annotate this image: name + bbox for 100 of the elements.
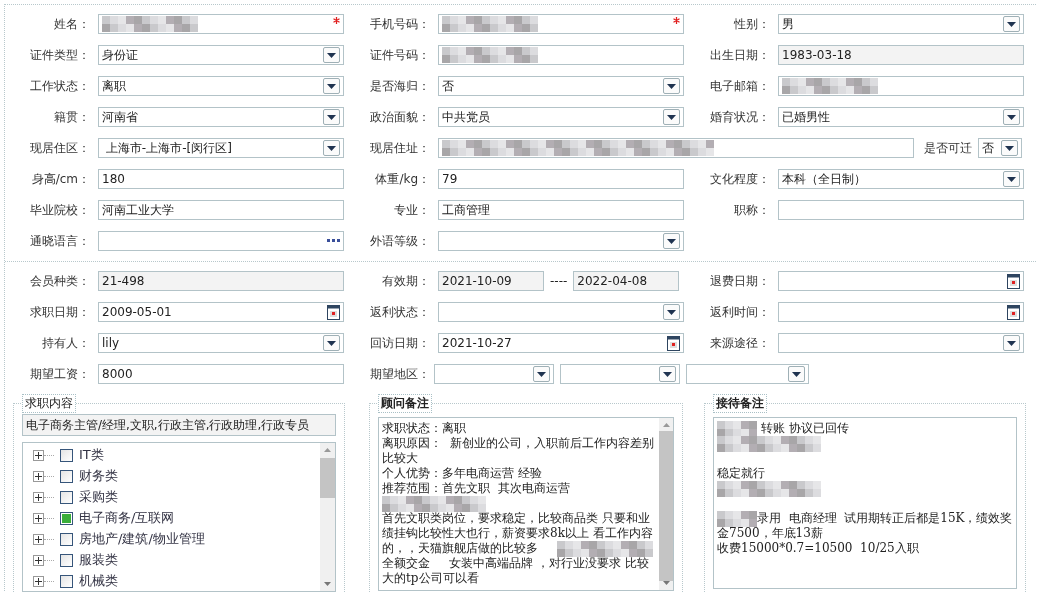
note-text: 金7500，年底13薪 xyxy=(717,526,823,541)
tree-item[interactable]: 机械类 xyxy=(33,572,320,590)
field-label: 电子邮箱： xyxy=(709,77,771,95)
input-field[interactable]: 河南工业大学 xyxy=(98,200,344,220)
note-text: 全额交金 女装中高端品牌 ，对行业没要求 比较 xyxy=(382,556,649,571)
field-label: 现居住区： xyxy=(29,139,91,157)
input-field[interactable] xyxy=(438,14,684,34)
scrollbar[interactable] xyxy=(659,418,673,590)
scrollbar[interactable] xyxy=(320,443,335,591)
dropdown-button[interactable] xyxy=(323,47,340,63)
input-field[interactable]: 2021-10-09 xyxy=(438,271,544,291)
select-field[interactable] xyxy=(438,302,684,322)
dropdown-button[interactable] xyxy=(663,78,680,94)
notes-area[interactable]: 求职状态：离职 离职原因： 新创业的公司，入职前后工作内容差别 比较大 个人优势：多年电商运营 经验 推荐范围：首先文职 其次电商运营 首先文职类岗位，要求稳定，比较商品类 只要和业 绩挂钩比较性大也行，薪资要求8k以上 看工作内容 的，，天猫旗舰店做的比较多 全额交金 女装中高端品牌 ，对行业没要求 比较 大的tp公司可以看 xyxy=(378,417,674,591)
checkbox[interactable] xyxy=(60,553,73,567)
dropdown-button[interactable] xyxy=(1001,140,1018,156)
select-field[interactable]: 否 xyxy=(978,138,1022,158)
dropdown-button[interactable] xyxy=(533,366,550,382)
input-field[interactable]: 180 xyxy=(98,169,344,189)
select-field[interactable] xyxy=(686,364,809,384)
date-field[interactable]: 2021-10-27 xyxy=(438,333,684,353)
dropdown-button[interactable] xyxy=(1003,16,1020,32)
calendar-icon[interactable] xyxy=(327,304,340,320)
dropdown-button[interactable] xyxy=(1003,171,1020,187)
date-field[interactable] xyxy=(778,271,1024,291)
dropdown-button[interactable] xyxy=(323,335,340,351)
checkbox[interactable] xyxy=(60,469,73,483)
input-field[interactable]: 1983-03-18 xyxy=(778,45,1024,65)
dropdown-button[interactable] xyxy=(323,140,340,156)
select-field[interactable] xyxy=(778,333,1024,353)
tree-item[interactable]: 采购类 xyxy=(33,488,320,506)
select-field[interactable]: 已婚男性 xyxy=(778,107,1024,127)
notes-area[interactable]: 转账 协议已回传 稳定就行 录用 电商经理 试用期转正后都是15K，绩效奖 金7500，年底13薪 收费15000*0.7=10500 10/25入职 xyxy=(713,417,1017,589)
expand-icon[interactable] xyxy=(33,470,44,482)
input-field[interactable]: 79 xyxy=(438,169,684,189)
dropdown-button[interactable] xyxy=(663,233,680,249)
checkbox[interactable] xyxy=(60,574,73,588)
expand-icon[interactable] xyxy=(33,491,44,503)
input-field[interactable]: 21-498 xyxy=(98,271,344,291)
select-field[interactable]: 中共党员 xyxy=(438,107,684,127)
date-field[interactable] xyxy=(778,302,1024,322)
field-label: 职称： xyxy=(733,201,771,219)
field-label: 是否可迁 xyxy=(924,139,972,157)
field-label: 婚育状况： xyxy=(709,108,771,126)
checkbox[interactable] xyxy=(60,448,73,462)
field-label: 是否海归： xyxy=(369,77,431,95)
tree-item[interactable]: 财务类 xyxy=(33,467,320,485)
checkbox[interactable] xyxy=(60,532,73,546)
tree-item[interactable]: 房地产/建筑/物业管理 xyxy=(33,530,320,548)
dropdown-button[interactable] xyxy=(659,366,676,382)
redacted-block xyxy=(717,510,757,527)
expand-icon[interactable] xyxy=(33,449,44,461)
input-field[interactable] xyxy=(778,200,1024,220)
select-field[interactable]: 离职 xyxy=(98,76,344,96)
select-field[interactable]: 本科（全日制） xyxy=(778,169,1024,189)
dropdown-button[interactable] xyxy=(323,109,340,125)
input-field[interactable] xyxy=(98,14,344,34)
calendar-icon[interactable] xyxy=(1007,304,1020,320)
select-field[interactable] xyxy=(560,364,680,384)
checkbox[interactable] xyxy=(60,511,73,525)
select-field[interactable] xyxy=(438,231,684,251)
calendar-icon[interactable] xyxy=(667,335,680,351)
select-field[interactable]: 河南省 xyxy=(98,107,344,127)
expand-icon[interactable] xyxy=(33,575,44,587)
date-field[interactable]: 2009-05-01 xyxy=(98,302,344,322)
input-field[interactable] xyxy=(778,76,1024,96)
input-field[interactable]: 2022-04-08 xyxy=(573,271,680,291)
dropdown-button[interactable] xyxy=(788,366,805,382)
select-field[interactable]: 否 xyxy=(438,76,684,96)
note-text: 稳定就行 xyxy=(717,466,765,481)
input-field[interactable]: 工商管理 xyxy=(438,200,684,220)
input-field[interactable]: 8000 xyxy=(98,364,344,384)
ellipsis-icon[interactable] xyxy=(327,239,340,243)
select-field[interactable] xyxy=(434,364,554,384)
range-separator: ---- xyxy=(549,274,569,288)
expand-icon[interactable] xyxy=(33,533,44,545)
dropdown-button[interactable] xyxy=(663,304,680,320)
select-field[interactable]: 上海市-上海市-[闵行区] xyxy=(98,138,344,158)
input-field[interactable] xyxy=(438,138,914,158)
expand-icon[interactable] xyxy=(33,512,44,524)
dropdown-button[interactable] xyxy=(663,109,680,125)
dropdown-button[interactable] xyxy=(323,78,340,94)
calendar-icon[interactable] xyxy=(1007,273,1020,289)
select-field[interactable]: lily xyxy=(98,333,344,353)
scroll-down-icon[interactable] xyxy=(324,582,331,586)
caret-icon xyxy=(1007,340,1016,346)
tree-item[interactable]: IT类 xyxy=(33,446,320,464)
field-label: 籍贯： xyxy=(53,108,91,126)
field-label: 毕业院校： xyxy=(29,201,91,219)
job-summary-field[interactable]: 电子商务主管/经理,文职,行政主管,行政助理,行政专员 xyxy=(22,414,336,436)
tree-item[interactable]: 服装类 xyxy=(33,551,320,569)
select-field[interactable]: 男 xyxy=(778,14,1024,34)
input-field[interactable] xyxy=(438,45,684,65)
input-field[interactable] xyxy=(98,231,344,251)
dropdown-button[interactable] xyxy=(1003,109,1020,125)
expand-icon[interactable] xyxy=(33,554,44,566)
dropdown-button[interactable] xyxy=(1003,335,1020,351)
select-field[interactable]: 身份证 xyxy=(98,45,344,65)
checkbox[interactable] xyxy=(60,490,73,504)
tree-item[interactable]: 电子商务/互联网 xyxy=(33,509,320,527)
